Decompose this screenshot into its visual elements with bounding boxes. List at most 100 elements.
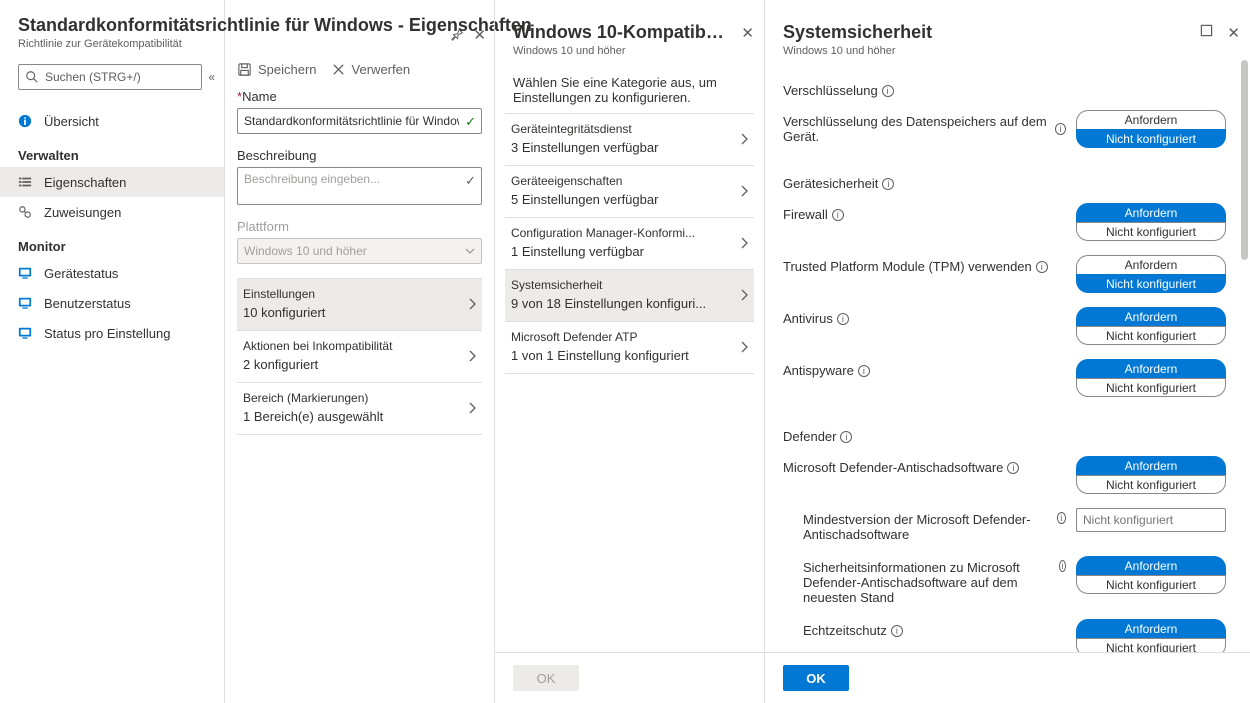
category-item-1[interactable]: Geräteeigenschaften5 Einstellungen verfü… [505, 166, 754, 218]
save-button[interactable]: Speichern [237, 62, 317, 77]
info-icon[interactable]: i [832, 209, 844, 221]
section-monitor: Monitor [0, 227, 224, 258]
setting-encryption-label: Verschlüsselung des Datenspeichers auf d… [783, 110, 1066, 144]
pill-notconfigured[interactable]: Nicht konfiguriert [1076, 274, 1226, 293]
ok-button[interactable]: OK [783, 665, 849, 691]
pill-notconfigured[interactable]: Nicht konfiguriert [1076, 638, 1226, 652]
toggle-realtime[interactable]: Anfordern Nicht konfiguriert [1076, 619, 1226, 652]
per-setting-icon [18, 326, 34, 340]
expand-item-label: Einstellungen [243, 287, 468, 301]
toggle-firewall[interactable]: Anfordern Nicht konfiguriert [1076, 203, 1226, 241]
description-placeholder: Beschreibung eingeben... [244, 172, 380, 186]
toggle-tpm[interactable]: Anfordern Nicht konfiguriert [1076, 255, 1226, 293]
info-icon[interactable]: i [858, 365, 870, 377]
pill-notconfigured[interactable]: Nicht konfiguriert [1076, 475, 1226, 494]
expand-item-0[interactable]: Einstellungen 10 konfiguriert [237, 279, 482, 331]
nav-per-setting-status[interactable]: Status pro Einstellung [0, 318, 224, 348]
chevron-right-icon [740, 289, 748, 301]
save-label: Speichern [258, 62, 317, 77]
description-input[interactable]: Beschreibung eingeben... [237, 167, 482, 205]
pill-request[interactable]: Anfordern [1076, 359, 1226, 378]
settings-panel: ✕ Systemsicherheit Windows 10 und höher … [765, 0, 1250, 703]
category-item-3[interactable]: Systemsicherheit9 von 18 Einstellungen k… [505, 270, 754, 322]
toggle-antivirus[interactable]: Anfordern Nicht konfiguriert [1076, 307, 1226, 345]
platform-select: Windows 10 und höher [237, 238, 482, 264]
chevron-right-icon [468, 402, 476, 414]
info-icon[interactable]: i [1007, 462, 1019, 474]
chevron-right-icon [740, 133, 748, 145]
pill-request[interactable]: Anfordern [1076, 556, 1226, 575]
minversion-input[interactable] [1076, 508, 1226, 532]
nav-panel: Standardkonformitätsrichtlinie für Windo… [0, 0, 225, 703]
pill-notconfigured[interactable]: Nicht konfiguriert [1076, 222, 1226, 241]
setting-antivirus-label: Antivirusi [783, 307, 1066, 326]
pill-notconfigured[interactable]: Nicht konfiguriert [1076, 378, 1226, 397]
info-icon[interactable]: i [891, 625, 903, 637]
maximize-icon[interactable] [1200, 24, 1213, 42]
properties-icon [18, 175, 34, 189]
pill-request[interactable]: Anfordern [1076, 619, 1226, 638]
categories-subtitle: Windows 10 und höher [513, 45, 724, 57]
info-icon[interactable]: i [840, 431, 852, 443]
category-sub: 1 Einstellung verfügbar [511, 244, 740, 259]
category-item-0[interactable]: Geräteintegritätsdienst3 Einstellungen v… [505, 114, 754, 166]
toggle-security-intel[interactable]: Anfordern Nicht konfiguriert [1076, 556, 1226, 594]
check-icon: ✓ [465, 114, 476, 130]
user-status-icon [18, 296, 34, 310]
info-icon[interactable]: i [1036, 261, 1048, 273]
name-input[interactable] [237, 108, 482, 134]
section-encryption: Verschlüsselungi [783, 83, 1226, 98]
toggle-encryption[interactable]: Anfordern Nicht konfiguriert [1076, 110, 1226, 148]
nav-device-status-label: Gerätestatus [44, 266, 118, 281]
nav-overview-label: Übersicht [44, 114, 99, 129]
toggle-antispyware[interactable]: Anfordern Nicht konfiguriert [1076, 359, 1226, 397]
nav-assignments[interactable]: Zuweisungen [0, 197, 224, 227]
section-device-security: Gerätesicherheiti [783, 176, 1226, 191]
expand-item-1[interactable]: Aktionen bei Inkompatibilität2 konfiguri… [237, 331, 482, 383]
pill-request[interactable]: Anfordern [1076, 307, 1226, 326]
pill-request[interactable]: Anfordern [1076, 110, 1226, 129]
close-icon[interactable]: ✕ [741, 24, 754, 42]
chevron-right-icon [740, 341, 748, 353]
name-label: *Name [237, 89, 482, 104]
pill-request[interactable]: Anfordern [1076, 456, 1226, 475]
discard-button[interactable]: Verwerfen [331, 62, 411, 77]
info-icon [18, 114, 34, 128]
expand-item-2[interactable]: Bereich (Markierungen)1 Bereich(e) ausge… [237, 383, 482, 435]
chevron-right-icon [468, 350, 476, 362]
ok-button[interactable]: OK [513, 665, 579, 691]
pill-notconfigured[interactable]: Nicht konfiguriert [1076, 326, 1226, 345]
pill-notconfigured[interactable]: Nicht konfiguriert [1076, 575, 1226, 594]
info-icon[interactable]: i [882, 85, 894, 97]
close-icon[interactable]: ✕ [1227, 24, 1240, 42]
category-item-4[interactable]: Microsoft Defender ATP1 von 1 Einstellun… [505, 322, 754, 374]
category-item-2[interactable]: Configuration Manager-Konformi...1 Einst… [505, 218, 754, 270]
expand-item-label: Bereich (Markierungen) [243, 391, 468, 405]
info-icon[interactable]: i [882, 178, 894, 190]
toggle-defender-malware[interactable]: Anfordern Nicht konfiguriert [1076, 456, 1226, 494]
discard-label: Verwerfen [352, 62, 411, 77]
pill-request[interactable]: Anfordern [1076, 203, 1226, 222]
nav-overview[interactable]: Übersicht [0, 106, 224, 136]
nav-per-setting-label: Status pro Einstellung [44, 326, 170, 341]
nav-user-status[interactable]: Benutzerstatus [0, 288, 224, 318]
categories-panel: ✕ Windows 10-Kompatibilitätsri... Window… [495, 0, 765, 703]
chevron-right-icon [740, 185, 748, 197]
close-icon[interactable]: ✕ [473, 26, 486, 44]
nav-properties[interactable]: Eigenschaften [0, 167, 224, 197]
info-icon[interactable]: i [1057, 512, 1066, 524]
pill-notconfigured[interactable]: Nicht konfiguriert [1076, 129, 1226, 148]
scrollbar[interactable] [1241, 60, 1248, 260]
info-icon[interactable]: i [837, 313, 849, 325]
pin-icon[interactable] [451, 28, 464, 41]
info-icon[interactable]: i [1055, 123, 1066, 135]
collapse-nav-icon[interactable]: « [208, 70, 212, 84]
expand-item-label: Aktionen bei Inkompatibilität [243, 339, 468, 353]
settings-subtitle: Windows 10 und höher [783, 45, 1200, 57]
search-input[interactable]: Suchen (STRG+/) [18, 64, 202, 90]
info-icon[interactable]: i [1059, 560, 1066, 572]
pill-request[interactable]: Anfordern [1076, 255, 1226, 274]
expand-item-sub: 10 konfiguriert [243, 305, 468, 320]
category-label: Microsoft Defender ATP [511, 330, 740, 344]
nav-device-status[interactable]: Gerätestatus [0, 258, 224, 288]
